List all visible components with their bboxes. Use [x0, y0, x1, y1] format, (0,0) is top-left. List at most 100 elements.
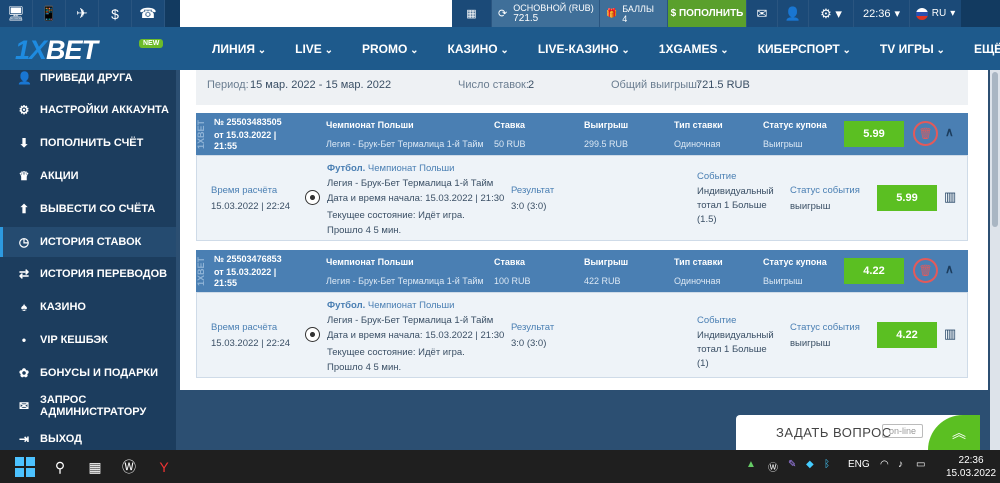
nav-item-1xgames[interactable]: 1XGAMES	[659, 42, 729, 56]
nvidia-icon[interactable]: ▲	[746, 459, 756, 470]
stake-value: 100 RUB	[494, 276, 531, 286]
sidebar-item-bet-history[interactable]: ◷ ИСТОРИЯ СТАВОК	[0, 227, 176, 257]
statistics-icon[interactable]: ▥	[944, 326, 956, 342]
calc-time-label: Время расчёта	[211, 322, 278, 333]
sidebar-item-bonuses[interactable]: ✿ БОНУСЫ И ПОДАРКИ	[0, 358, 176, 388]
bet-date: от 15.03.2022 | 21:55	[214, 267, 277, 288]
transfer-icon: ⇄	[18, 267, 30, 281]
sidebar-item-deposit[interactable]: ⬇ ПОПОЛНИТЬ СЧЁТ	[0, 128, 176, 158]
period-value: 15 мар. 2022 - 15 мар. 2022	[250, 79, 392, 91]
calculator-icon[interactable]: ▦	[83, 455, 107, 479]
bonus-label: БАЛЛЫ	[622, 3, 654, 14]
pen-icon[interactable]: ✎	[788, 459, 796, 470]
current-state: Текущее состояние: Идёт игра. Прошло 4 5…	[327, 347, 465, 373]
event-status-label: Статус события	[790, 185, 860, 196]
nav-item-more[interactable]: ЕЩЁ	[974, 42, 1000, 56]
upload-icon: ⬆	[18, 202, 30, 216]
ask-question-label: ЗАДАТЬ ВОПРОС	[776, 425, 892, 440]
match-name: Легия - Брук-Бет Термалица 1-й Тайм	[327, 315, 494, 326]
watermark-logo: 1XBET	[196, 119, 206, 149]
sidebar-item-invite[interactable]: 👤 ПРИВЕДИ ДРУГА	[0, 63, 176, 93]
logo[interactable]: 1XBET	[15, 35, 98, 66]
browser-app-icon[interactable]: Ⓦ	[117, 455, 141, 479]
bet-number: № 25503476853	[214, 254, 282, 264]
nav-item-casino[interactable]: КАЗИНО	[448, 42, 509, 56]
sidebar-item-withdraw[interactable]: ⬆ ВЫВЕСТИ СО СЧЁТА	[0, 194, 176, 224]
delete-icon[interactable]: 🗑	[913, 121, 938, 146]
sidebar-item-casino[interactable]: ♠ КАЗИНО	[0, 292, 176, 322]
chevron-up-icon[interactable]: ∧	[945, 262, 954, 276]
coupon-status-value: Выигрыш	[763, 139, 803, 149]
mail-icon[interactable]: ✉	[746, 0, 777, 27]
volume-icon[interactable]: ♪	[898, 459, 903, 470]
summary-bar: Период: 15 мар. 2022 - 15 мар. 2022 Числ…	[196, 70, 968, 105]
download-icon: ⬇	[18, 136, 30, 150]
coupon-status-header: Статус купона	[763, 120, 827, 130]
deposit-button[interactable]: $ ПОПОЛНИТЬ	[668, 0, 746, 27]
bluetooth-icon[interactable]: ᛒ	[824, 459, 830, 470]
sidebar-item-settings[interactable]: ⚙ НАСТРОЙКИ АККАУНТА	[0, 95, 176, 125]
clock-date: 15.03.2022	[946, 468, 997, 479]
result-value: 3:0 (3:0)	[511, 338, 547, 349]
result-value: 3:0 (3:0)	[511, 201, 547, 212]
gears-icon: ⚙	[18, 103, 30, 117]
battery-icon[interactable]: ▭	[916, 459, 925, 470]
coefficient-badge: 4.22	[844, 258, 904, 284]
desktop-icon[interactable]: 🖥	[0, 0, 33, 27]
mobile-icon[interactable]: 📱	[33, 0, 66, 27]
chevron-up-icon[interactable]: ∧	[945, 125, 954, 139]
scrollbar-thumb[interactable]	[992, 72, 998, 227]
shield-icon[interactable]: ◆	[806, 459, 814, 470]
telegram-icon[interactable]: ✈	[66, 0, 99, 27]
chevrons-up-icon[interactable]: ︽	[928, 415, 980, 450]
win-value: 422 RUB	[584, 276, 621, 286]
nav-item-live-casino[interactable]: LIVE-КАЗИНО	[538, 42, 630, 56]
coefficient-badge: 5.99	[844, 121, 904, 147]
bet-number: № 25503483505	[214, 117, 282, 127]
yandex-browser-icon[interactable]: Y	[152, 455, 176, 479]
dollar-icon[interactable]: $	[99, 0, 132, 27]
nav-item-tv-games[interactable]: TV ИГРЫ	[880, 42, 945, 56]
account-value: 721.5	[513, 13, 539, 24]
time-display[interactable]: 22:36 ▾	[853, 0, 909, 27]
coupon-status-header: Статус купона	[763, 257, 827, 267]
ask-question-widget[interactable]: ЗАДАТЬ ВОПРОС on-line ︽	[736, 415, 980, 450]
sidebar-item-transfer-history[interactable]: ⇄ ИСТОРИЯ ПЕРЕВОДОВ	[0, 259, 176, 289]
bet-type-value: Одиночная	[674, 276, 721, 286]
language-select[interactable]: RU ▾	[909, 0, 961, 27]
watermark-logo: 1XBET	[196, 256, 206, 286]
bonus-points[interactable]: 🎁 БАЛЛЫ 4	[600, 0, 668, 27]
nav-item-promo[interactable]: PROMO	[362, 42, 419, 56]
system-clock[interactable]: 22:36 15.03.2022	[946, 454, 996, 480]
phone-icon[interactable]: ☎	[132, 0, 165, 27]
sidebar-item-label: КАЗИНО	[40, 301, 86, 313]
sidebar-item-admin-request[interactable]: ✉ ЗАПРОС АДМИНИСТРАТОРУ	[0, 391, 176, 421]
soccer-ball-icon	[305, 190, 320, 205]
sidebar-item-promotions[interactable]: ♛ АКЦИИ	[0, 161, 176, 191]
input-language[interactable]: ENG	[848, 459, 870, 470]
search-icon[interactable]: ⚲	[48, 455, 72, 479]
nav-item-live[interactable]: LIVE	[295, 42, 333, 56]
delete-icon[interactable]: 🗑	[913, 258, 938, 283]
statistics-icon[interactable]: ▥	[944, 189, 956, 205]
settings-gear-icon[interactable]: ⚙ ▾	[808, 0, 853, 27]
profile-icon[interactable]: 👤	[777, 0, 808, 27]
windows-start-icon[interactable]	[13, 455, 37, 479]
top-bar: 🖥 📱 ✈ $ ☎ ▦ ⟳ ОСНОВНОЙ (RUB) 721.5 🎁 БАЛ…	[0, 0, 1000, 27]
bet-header[interactable]: 1XBET № 25503483505 от 15.03.2022 | 21:5…	[196, 113, 968, 155]
refresh-icon[interactable]: ⟳	[498, 7, 507, 20]
qr-code-icon[interactable]: ▦	[452, 0, 492, 27]
sidebar-item-label: VIP КЕШБЭК	[40, 334, 108, 346]
app-tray-icon[interactable]: Ⓦ	[768, 459, 778, 474]
nav-item-line[interactable]: ЛИНИЯ	[212, 42, 266, 56]
account-balance[interactable]: ⟳ ОСНОВНОЙ (RUB) 721.5	[492, 0, 600, 27]
sidebar-item-vip-cashback[interactable]: • VIP КЕШБЭК	[0, 325, 176, 355]
bet-header[interactable]: 1XBET № 25503476853 от 15.03.2022 | 21:5…	[196, 250, 968, 292]
win-header: Выигрыш	[584, 257, 629, 267]
wifi-icon[interactable]: ◠	[880, 459, 889, 470]
nav-item-esports[interactable]: КИБЕРСПОРТ	[758, 42, 851, 56]
count-value: 2	[528, 79, 535, 91]
dot-icon: •	[21, 333, 27, 347]
sidebar: 👤 ПРИВЕДИ ДРУГА ⚙ НАСТРОЙКИ АККАУНТА ⬇ ПОПО…	[0, 70, 176, 450]
bet-type-value: Одиночная	[674, 139, 721, 149]
